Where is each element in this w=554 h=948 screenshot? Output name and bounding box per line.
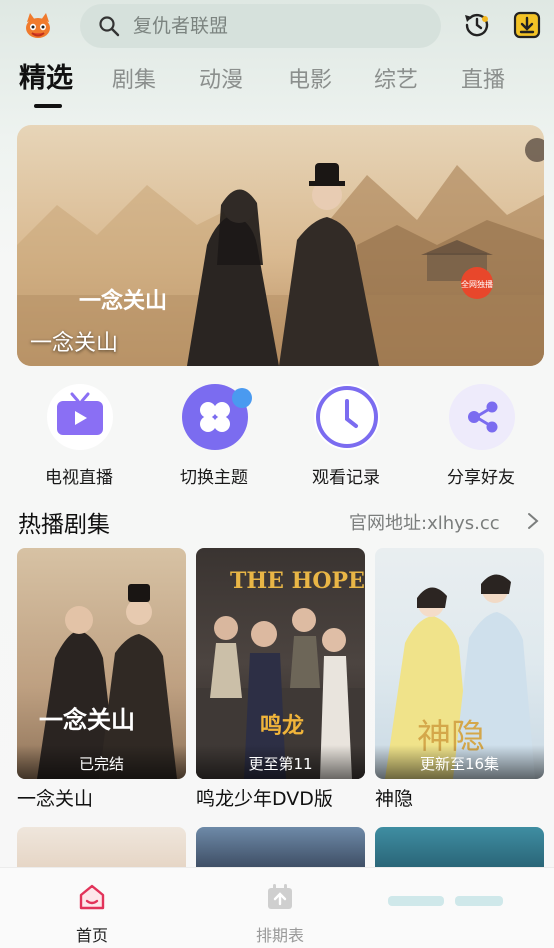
quick-action-history[interactable]: 观看记录 — [286, 380, 406, 490]
tab-featured[interactable]: 精选 — [19, 64, 73, 94]
search-icon — [99, 16, 120, 37]
quick-action-label: 观看记录 — [312, 468, 380, 488]
poster-title-text: THE HOPE — [230, 568, 365, 594]
hero-banner[interactable]: 一念关山 全网独播 一念关山 — [17, 125, 544, 366]
card-title: 一念关山 — [17, 788, 94, 810]
exclusive-stamp: 全网独播 — [461, 279, 493, 289]
drama-card[interactable] — [375, 827, 544, 867]
drama-card[interactable]: 一念关山 已完结 一念关山 — [17, 548, 186, 811]
history-icon[interactable] — [462, 10, 492, 40]
share-icon — [468, 401, 498, 433]
svg-text:鸣龙: 鸣龙 — [260, 713, 304, 739]
chevron-right-icon[interactable] — [526, 511, 540, 531]
calendar-icon — [268, 884, 292, 909]
tab-series[interactable]: 剧集 — [112, 66, 156, 96]
nav-placeholder-bar — [388, 896, 444, 906]
nav-schedule[interactable]: 排期表 — [230, 878, 330, 945]
home-icon — [79, 884, 105, 910]
drama-card[interactable] — [17, 827, 186, 867]
quick-action-theme[interactable]: 切换主题 — [154, 380, 274, 490]
status-badge: 更至第11 — [196, 745, 365, 779]
drama-card[interactable]: THE HOPE 鸣龙 更至第11 鸣龙少年DVD版 — [196, 548, 365, 811]
top-bar: 复仇者联盟 — [0, 0, 554, 52]
drama-card[interactable] — [196, 827, 365, 867]
nav-label: 首页 — [75, 926, 108, 945]
poster-image: 神隐 更新至16集 — [375, 548, 544, 779]
card-title: 神隐 — [375, 788, 414, 810]
section-title: 热播剧集 — [18, 512, 110, 538]
download-icon[interactable] — [513, 11, 541, 39]
search-bar[interactable]: 复仇者联盟 — [80, 4, 441, 48]
quick-action-share[interactable]: 分享好友 — [421, 380, 541, 490]
quick-action-tv-live[interactable]: 电视直播 — [19, 380, 139, 490]
tab-variety[interactable]: 综艺 — [374, 66, 418, 96]
nav-home[interactable]: 首页 — [42, 878, 142, 945]
drama-card[interactable]: 神隐 更新至16集 神隐 — [375, 548, 544, 811]
active-tab-indicator — [34, 104, 62, 108]
status-badge: 更新至16集 — [375, 745, 544, 779]
nav-placeholder-bar — [455, 896, 503, 906]
tab-movies[interactable]: 电影 — [288, 66, 332, 96]
official-site-link[interactable]: 官网地址:xlhys.cc — [349, 509, 500, 535]
theme-notification-dot — [232, 388, 252, 408]
bottom-navigation: 首页 排期表 — [0, 867, 554, 948]
search-placeholder: 复仇者联盟 — [133, 15, 229, 37]
quick-action-label: 切换主题 — [180, 468, 248, 488]
poster-image: THE HOPE 鸣龙 更至第11 — [196, 548, 365, 779]
nav-label: 排期表 — [255, 926, 304, 945]
tab-live[interactable]: 直播 — [461, 66, 505, 96]
poster-title-text: 一念关山 — [39, 705, 135, 734]
quick-action-label: 分享好友 — [447, 468, 515, 488]
quick-action-label: 电视直播 — [45, 468, 113, 488]
poster-image: 一念关山 已完结 — [17, 548, 186, 779]
card-title: 鸣龙少年DVD版 — [196, 788, 333, 810]
category-tabs: 精选 剧集 动漫 电影 综艺 直播 — [0, 60, 554, 110]
tv-icon — [57, 392, 103, 435]
tab-anime[interactable]: 动漫 — [199, 66, 243, 96]
app-logo-icon[interactable] — [22, 10, 54, 42]
banner-title: 一念关山 — [30, 331, 119, 356]
status-badge: 已完结 — [17, 745, 186, 779]
clock-icon — [316, 386, 378, 448]
quick-actions: 电视直播 切换主题 观看记录 分享好友 — [0, 380, 554, 490]
banner-logo-text: 一念关山 — [79, 288, 167, 314]
